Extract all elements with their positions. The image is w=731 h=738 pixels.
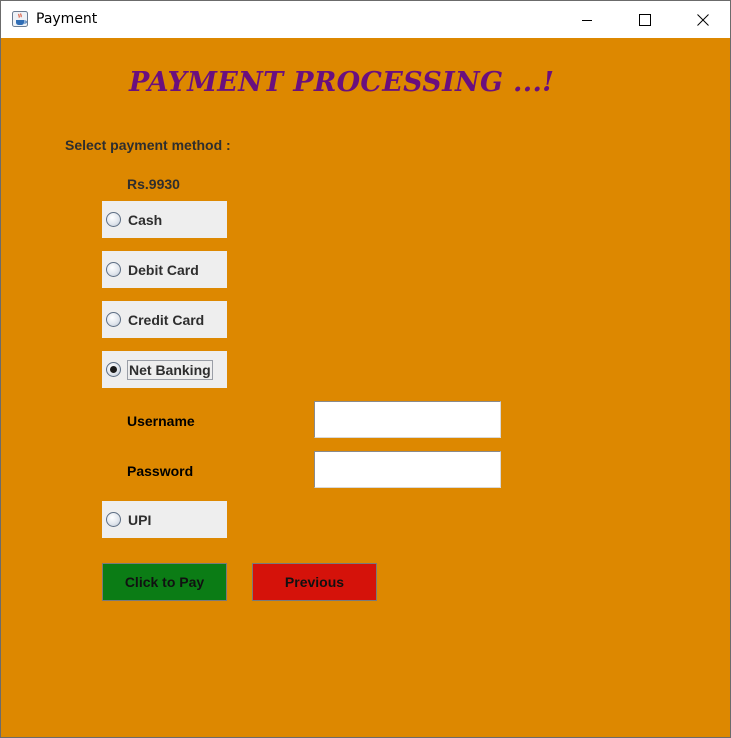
radio-credit-card[interactable]: Credit Card: [102, 301, 227, 338]
close-button[interactable]: [680, 1, 726, 38]
radio-upi-label: UPI: [128, 511, 152, 528]
radio-net-banking-label: Net Banking: [127, 359, 213, 380]
click-to-pay-button[interactable]: Click to Pay: [102, 563, 227, 601]
title-bar[interactable]: Payment: [1, 1, 730, 38]
radio-button-icon[interactable]: [106, 212, 121, 227]
java-cup-icon: [12, 11, 28, 27]
select-method-label: Select payment method :: [65, 137, 231, 153]
minimize-icon: [582, 19, 592, 21]
radio-debit-card-label: Debit Card: [128, 261, 199, 278]
password-label: Password: [127, 463, 194, 479]
radio-button-selected-icon[interactable]: [106, 362, 121, 377]
close-icon: [697, 13, 709, 26]
amount-label: Rs.9930: [127, 176, 180, 192]
radio-button-icon[interactable]: [106, 262, 121, 277]
username-input[interactable]: [314, 401, 501, 438]
minimize-button[interactable]: [564, 1, 610, 38]
page-title: PAYMENT PROCESSING ...!: [129, 67, 555, 98]
maximize-button[interactable]: [622, 1, 668, 38]
radio-cash[interactable]: Cash: [102, 201, 227, 238]
radio-credit-card-label: Credit Card: [128, 311, 205, 328]
password-input[interactable]: [314, 451, 501, 488]
content-panel: PAYMENT PROCESSING ...! Select payment m…: [1, 38, 730, 737]
radio-cash-label: Cash: [128, 211, 163, 228]
radio-debit-card[interactable]: Debit Card: [102, 251, 227, 288]
previous-button[interactable]: Previous: [252, 563, 377, 601]
username-label: Username: [127, 413, 195, 429]
payment-window: Payment PAYMENT PROCESSING ...! Select p…: [0, 0, 731, 738]
radio-button-icon[interactable]: [106, 512, 121, 527]
radio-button-icon[interactable]: [106, 312, 121, 327]
radio-net-banking[interactable]: Net Banking: [102, 351, 227, 388]
maximize-icon: [639, 13, 651, 26]
window-title: Payment: [36, 11, 98, 27]
radio-upi[interactable]: UPI: [102, 501, 227, 538]
